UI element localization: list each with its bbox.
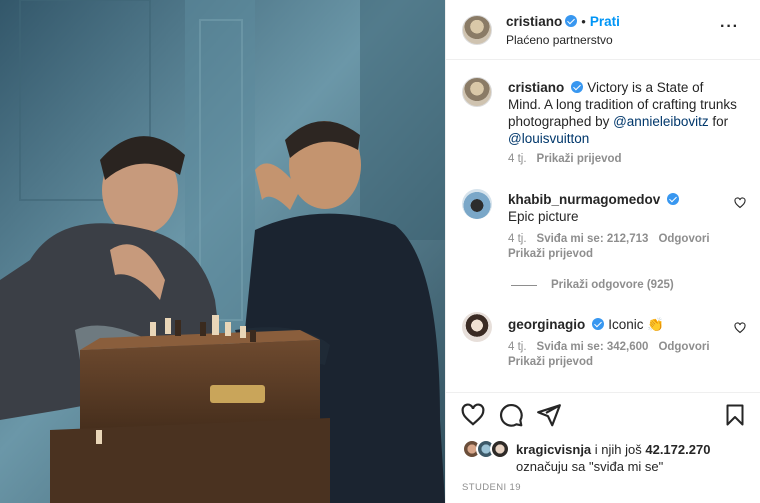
post-photo-illustration [0,0,445,503]
post-actions: kragicvisnja i njih još 42.172.270 označ… [446,392,760,503]
paid-partnership-label[interactable]: Plaćeno partnerstvo [506,33,613,47]
reply-button[interactable]: Odgovori [658,341,709,353]
caption-text: cristiano Victory is a State of Mind. A l… [508,79,738,147]
comments-list[interactable]: cristiano Victory is a State of Mind. A l… [446,61,760,391]
comment-body: Iconic 👏 [608,317,665,332]
comment-text: georginagio Iconic 👏 [508,316,708,333]
comment-time[interactable]: 4 tj. [508,341,527,353]
comment-username[interactable]: georginagio [508,317,585,332]
post-side-panel: cristiano • Prati Plaćeno partnerstvo ··· … [445,0,760,503]
view-replies-button[interactable]: Prikaži odgovore (925) [511,279,674,291]
commenter-avatar[interactable] [462,189,492,219]
author-line: cristiano • Prati [506,14,620,29]
comment-username[interactable]: khabib_nurmagomedov [508,192,660,207]
caption-meta: 4 tj. Prikaži prijevod [508,153,632,165]
like-comment-heart-icon[interactable] [734,197,746,209]
more-horizontal-icon[interactable]: ··· [720,19,739,35]
mention-link-louisvuitton[interactable]: @louisvuitton [508,131,589,146]
replies-divider-line [511,284,537,286]
caption-translate-button[interactable]: Prikaži prijevod [537,153,622,165]
save-bookmark-icon[interactable] [723,402,747,428]
likes-text: kragicvisnja i njih još 42.172.270 označ… [516,441,756,475]
like-heart-icon[interactable] [460,402,486,428]
comment-translate-button[interactable]: Prikaži prijevod [508,356,593,368]
separator-dot: • [581,14,586,29]
mention-link-annieleibovitz[interactable]: @annieleibovitz [613,114,709,129]
comment-bubble-icon[interactable] [498,402,524,428]
verified-badge-icon [565,15,578,27]
comment-text: khabib_nurmagomedov Epic picture [508,191,708,225]
share-send-icon[interactable] [536,402,562,428]
like-comment-heart-icon[interactable] [734,322,746,334]
reply-button[interactable]: Odgovori [658,233,709,245]
caption-username[interactable]: cristiano [508,80,564,95]
liker-username[interactable]: kragicvisnja [516,442,591,457]
comment-meta: 4 tj. Sviđa mi se: 342,600 Odgovori [508,341,720,353]
comment-likes-count[interactable]: Sviđa mi se: 342,600 [537,341,649,353]
comment-meta: 4 tj. Sviđa mi se: 212,713 Odgovori [508,233,720,245]
comment-translate: Prikaži prijevod [508,356,603,368]
comment-translate: Prikaži prijevod [508,248,603,260]
post-date[interactable]: STUDENI 19 [462,482,521,493]
comment-likes-count[interactable]: Sviđa mi se: 212,713 [537,233,649,245]
comment-body: Epic picture [508,209,579,224]
caption-time[interactable]: 4 tj. [508,153,527,165]
verified-badge-icon [571,81,584,93]
follow-button[interactable]: Prati [590,14,620,29]
liker-avatar[interactable] [490,439,510,459]
commenter-avatar[interactable] [462,312,492,342]
author-username[interactable]: cristiano [506,14,562,29]
comment-translate-button[interactable]: Prikaži prijevod [508,248,593,260]
author-avatar[interactable] [462,15,492,45]
likes-suffix: označuju sa "sviđa mi se" [516,459,664,474]
verified-badge-icon [592,318,605,330]
verified-badge-icon [667,193,680,205]
comment-time[interactable]: 4 tj. [508,233,527,245]
view-replies-label: Prikaži odgovore (925) [551,279,674,291]
caption-avatar[interactable] [462,77,492,107]
post-header: cristiano • Prati Plaćeno partnerstvo ··· [446,0,760,60]
likes-count[interactable]: 42.172.270 [645,442,710,457]
post-photo[interactable] [0,0,445,503]
likes-connector: i njih još [591,442,646,457]
caption-body-2: for [708,114,729,129]
